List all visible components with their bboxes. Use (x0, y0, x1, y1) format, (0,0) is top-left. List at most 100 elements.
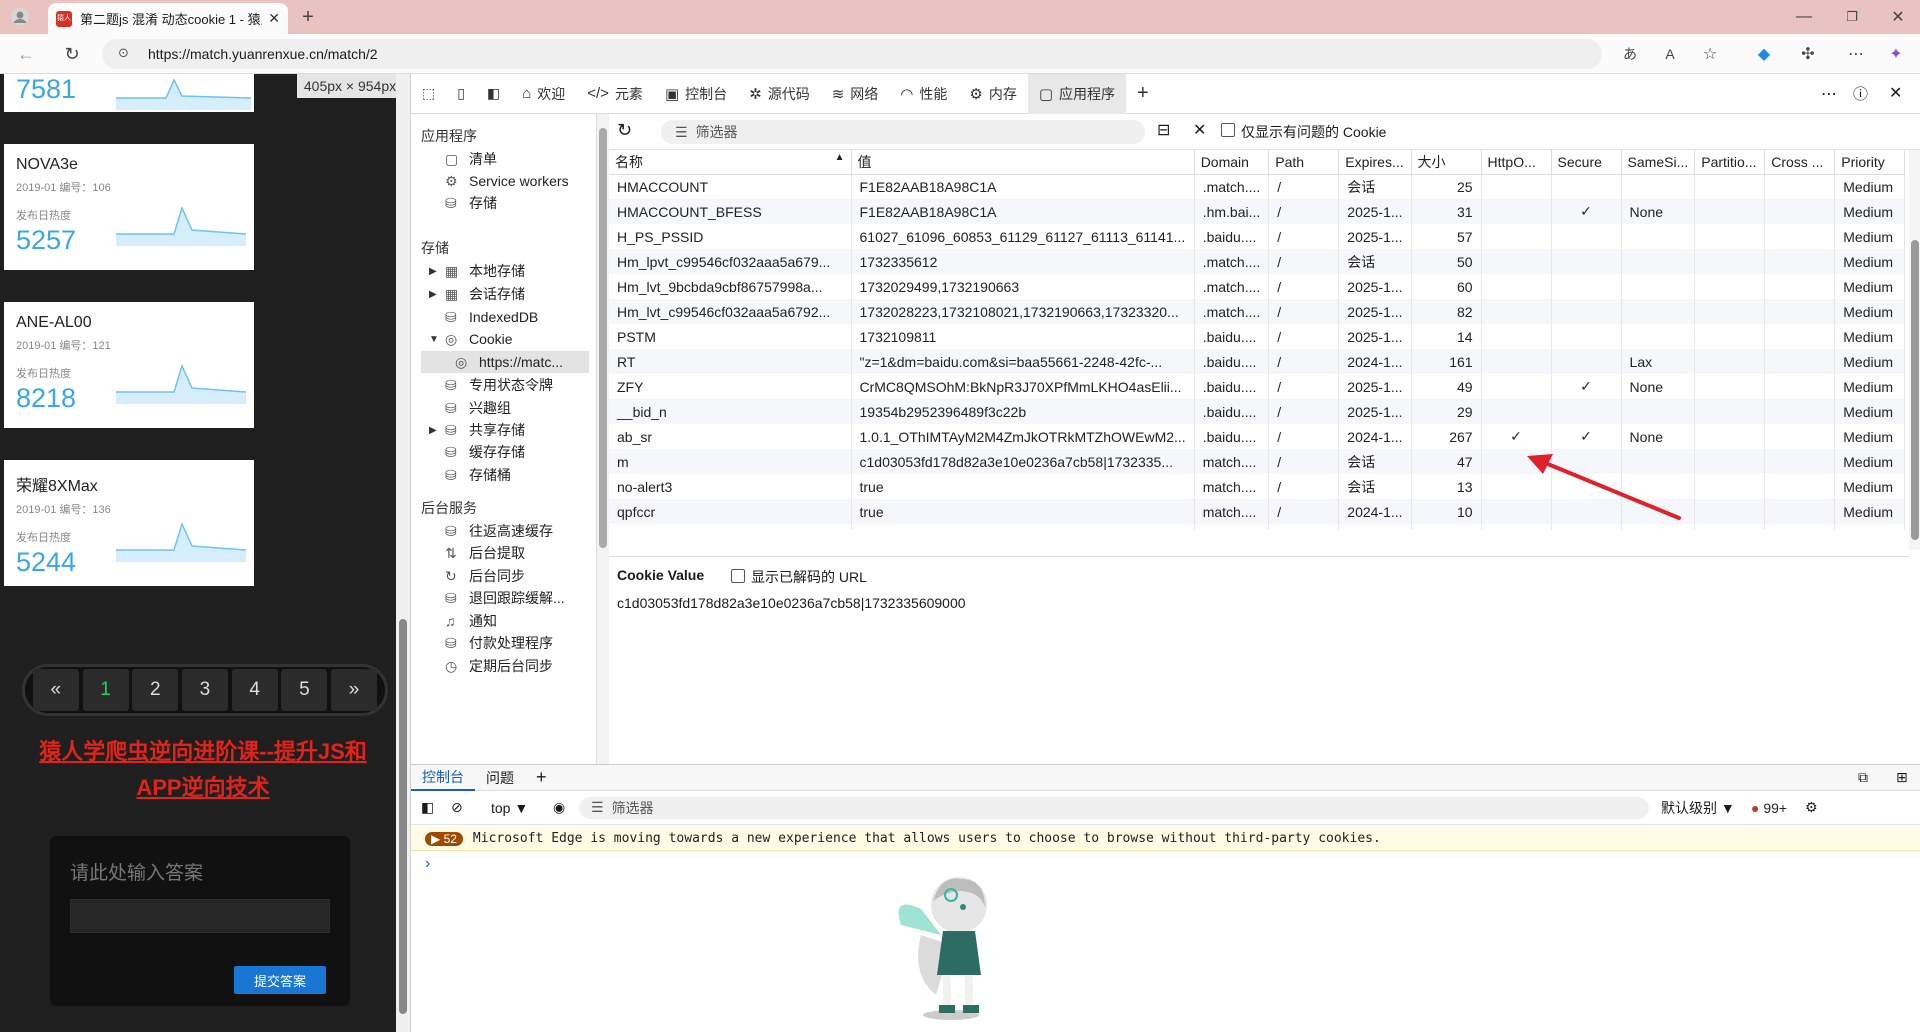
drawer-add-tab-icon[interactable]: + (525, 767, 558, 788)
pagination-page-2[interactable]: 2 (132, 669, 179, 711)
sidebar-item-bounce-tracking[interactable]: ⛁ 退回跟踪缓解... (429, 587, 565, 609)
sidebar-toggle-icon[interactable]: ◧ (421, 799, 451, 816)
sidebar-scrollbar-thumb[interactable] (599, 128, 607, 548)
table-row[interactable]: Hm_lvt_c99546cf032aaa5a6792... 1732028223… (609, 299, 1906, 324)
tab-console[interactable]: ▣ 控制台 (654, 74, 738, 114)
sidebar-item-service-workers[interactable]: ⚙ Service workers (429, 170, 569, 192)
sidebar-item-cache-storage[interactable]: ⛁ 缓存存储 (429, 441, 525, 463)
pagination-page-4[interactable]: 4 (231, 669, 278, 711)
dock-drawer-icon[interactable]: ⊞ (1885, 769, 1919, 786)
sidebar-item-private-state-tokens[interactable]: ⛁ 专用状态令牌 (429, 374, 553, 396)
col-priority[interactable]: Priority (1834, 150, 1906, 175)
console-filter-input[interactable]: ☰ 筛选器 (579, 796, 1649, 819)
more-options-icon[interactable]: ⋯ (1821, 84, 1837, 104)
col-secure[interactable]: Secure (1551, 150, 1622, 175)
col-size[interactable]: 大小 (1411, 150, 1482, 175)
context-select[interactable]: top ▼ (485, 800, 545, 816)
console-settings-gear-icon[interactable]: ⚙ (1805, 799, 1835, 816)
reload-icon[interactable]: ↻ (60, 42, 84, 66)
sidebar-item-background-fetch[interactable]: ⇅ 后台提取 (429, 542, 525, 564)
device-toolbar-icon[interactable]: ▯ (446, 74, 476, 114)
course-promo-link[interactable]: 猿人学爬虫逆向进阶课--提升JS和 APP逆向技术 (8, 734, 398, 806)
sidebar-item-indexeddb[interactable]: ⛁ IndexedDB (429, 306, 538, 328)
site-info-icon[interactable]: ⊙ (118, 45, 129, 61)
col-cross-site[interactable]: Cross ... (1764, 150, 1836, 175)
table-row[interactable]: m c1d03053fd178d82a3e10e0236a7cb58|173233… (609, 449, 1906, 474)
phone-card[interactable]: NOVA3e 2019-01 编号：106 发布日热度 5257 (4, 144, 254, 270)
sidebar-item-cookie-origin[interactable]: ◎ https://matc... (421, 351, 589, 373)
sidebar-item-storage-buckets[interactable]: ⛁ 存储桶 (429, 464, 511, 486)
new-tab-icon[interactable]: + (296, 6, 320, 28)
tab-network[interactable]: ≋ 网络 (821, 74, 890, 114)
tab-welcome[interactable]: ⌂ 欢迎 (511, 74, 576, 114)
table-row[interactable]: sessionidtm1yus4wrironkgn4pd4abzdx1yfmti… (609, 524, 1906, 530)
sidebar-item-background-sync[interactable]: ↻ 后台同步 (429, 565, 525, 587)
col-samesite[interactable]: SameSi... (1621, 150, 1696, 175)
immersive-reader-icon[interactable]: A (1658, 42, 1682, 66)
read-aloud-icon[interactable]: あ (1618, 42, 1642, 66)
col-path[interactable]: Path (1268, 150, 1340, 175)
col-partition[interactable]: Partitio... (1694, 150, 1766, 175)
cookie-value-text[interactable]: c1d03053fd178d82a3e10e0236a7cb58|1732335… (617, 595, 966, 611)
drawer-tab-console[interactable]: 控制台 (411, 765, 475, 791)
phone-card[interactable]: ANE-AL00 2019-01 编号：121 发布日热度 8218 (4, 302, 254, 428)
live-expression-eye-icon[interactable]: ◉ (545, 799, 579, 816)
clear-all-icon[interactable]: ⊟ (1157, 120, 1170, 140)
sidebar-item-notifications[interactable]: ♫ 通知 (429, 610, 497, 632)
minimize-window-icon[interactable]: — (1790, 6, 1818, 28)
only-issues-checkbox[interactable] (1221, 123, 1235, 137)
table-scrollbar-thumb[interactable] (1911, 240, 1919, 540)
page-scrollbar-thumb[interactable] (399, 619, 407, 1014)
pagination-page-1[interactable]: 1 (82, 669, 129, 711)
pagination-next[interactable]: » (331, 669, 378, 711)
table-row[interactable]: HMACCOUNT_BFESS F1E82AAB18A98C1A .hm.bai..… (609, 199, 1906, 224)
sidebar-item-interest-groups[interactable]: ⛁ 兴趣组 (429, 397, 511, 419)
drawer-tab-issues[interactable]: 问题 (475, 768, 525, 788)
log-level-select[interactable]: 默认级别 ▼ (1661, 798, 1751, 818)
table-row[interactable]: no-alert3 true match.... / 会话 13 Medium (609, 474, 1906, 499)
page-scrollbar[interactable] (396, 74, 410, 1032)
sidebar-item-manifest[interactable]: ▢ 清单 (429, 148, 497, 170)
dock-sidebar-icon[interactable]: ◧ (476, 74, 511, 114)
clear-console-icon[interactable]: ⊘ (451, 799, 485, 816)
extensions-puzzle-icon[interactable]: ✣ (1796, 42, 1820, 66)
col-domain[interactable]: Domain (1194, 150, 1270, 175)
submit-answer-button[interactable]: 提交答案 (234, 966, 326, 994)
tab-performance[interactable]: ◠ 性能 (889, 74, 958, 114)
table-row[interactable]: Hm_lpvt_c99546cf032aaa5a679... 1732335612… (609, 249, 1906, 274)
browser-tab-active[interactable]: 猿人学 第二题js 混淆 动态cookie 1 - 猿人 ✕ (48, 3, 288, 38)
table-row[interactable]: HMACCOUNT F1E82AAB18A98C1A .match.... / 会话 25… (609, 174, 1906, 199)
close-tab-icon[interactable]: ✕ (268, 10, 280, 27)
sidebar-item-cookies[interactable]: ▼ ◎ Cookie (429, 328, 513, 350)
tab-elements[interactable]: </> 元素 (576, 74, 654, 114)
table-row[interactable]: ab_sr 1.0.1_OThIMTAyM2M4ZmJkOTRkMTZhOWEwM… (609, 424, 1906, 449)
table-row[interactable]: Hm_lvt_9bcbda9cbf86757998a... 1732029499,… (609, 274, 1906, 299)
show-decoded-checkbox[interactable] (731, 569, 745, 583)
table-row[interactable]: ZFY CrMC8QMSOhM:BkNpR3J70XPfMmLKHO4asElii… (609, 374, 1906, 399)
favorite-star-icon[interactable]: ☆ (1698, 42, 1722, 66)
profile-icon[interactable] (8, 6, 32, 28)
col-name[interactable]: 名称 ▲ (609, 150, 852, 175)
phone-card[interactable]: 7581 (4, 74, 254, 112)
extension-blue-icon[interactable]: ◆ (1752, 42, 1776, 66)
inspect-element-icon[interactable]: ⬚ (411, 74, 446, 114)
sidebar-item-storage[interactable]: ⛁ 存储 (429, 192, 497, 214)
add-tab-icon[interactable]: + (1126, 74, 1160, 114)
url-field[interactable]: ⊙ https://match.yuanrenxue.cn/match/2 (102, 39, 1602, 69)
close-window-icon[interactable]: ✕ (1884, 6, 1912, 28)
issues-counter[interactable]: ● 99+ (1751, 800, 1805, 816)
restore-window-icon[interactable]: ❐ (1838, 6, 1866, 28)
pagination-page-3[interactable]: 3 (181, 669, 228, 711)
cookie-filter-input[interactable]: ☰ 筛选器 (661, 120, 1145, 144)
sidebar-item-bfcache[interactable]: ⛁ 往返高速缓存 (429, 520, 553, 542)
table-row[interactable]: PSTM 1732109811 .baidu..../2025-1... 14 Medi… (609, 324, 1906, 349)
tab-sources[interactable]: ✲ 源代码 (738, 74, 821, 114)
delete-selected-icon[interactable]: ✕ (1193, 120, 1206, 140)
phone-card[interactable]: 荣耀8XMax 2019-01 编号：136 发布日热度 5244 (4, 460, 254, 586)
table-row[interactable]: qpfccr true match..../2024-1... 10 Medium (609, 499, 1906, 524)
undock-drawer-icon[interactable]: ⧉ (1847, 769, 1879, 786)
back-icon[interactable]: ← (14, 42, 38, 66)
sidebar-item-payment-handler[interactable]: ⛁ 付款处理程序 (429, 632, 553, 654)
refresh-icon[interactable]: ↻ (617, 120, 632, 141)
close-devtools-icon[interactable]: ✕ (1889, 83, 1902, 103)
